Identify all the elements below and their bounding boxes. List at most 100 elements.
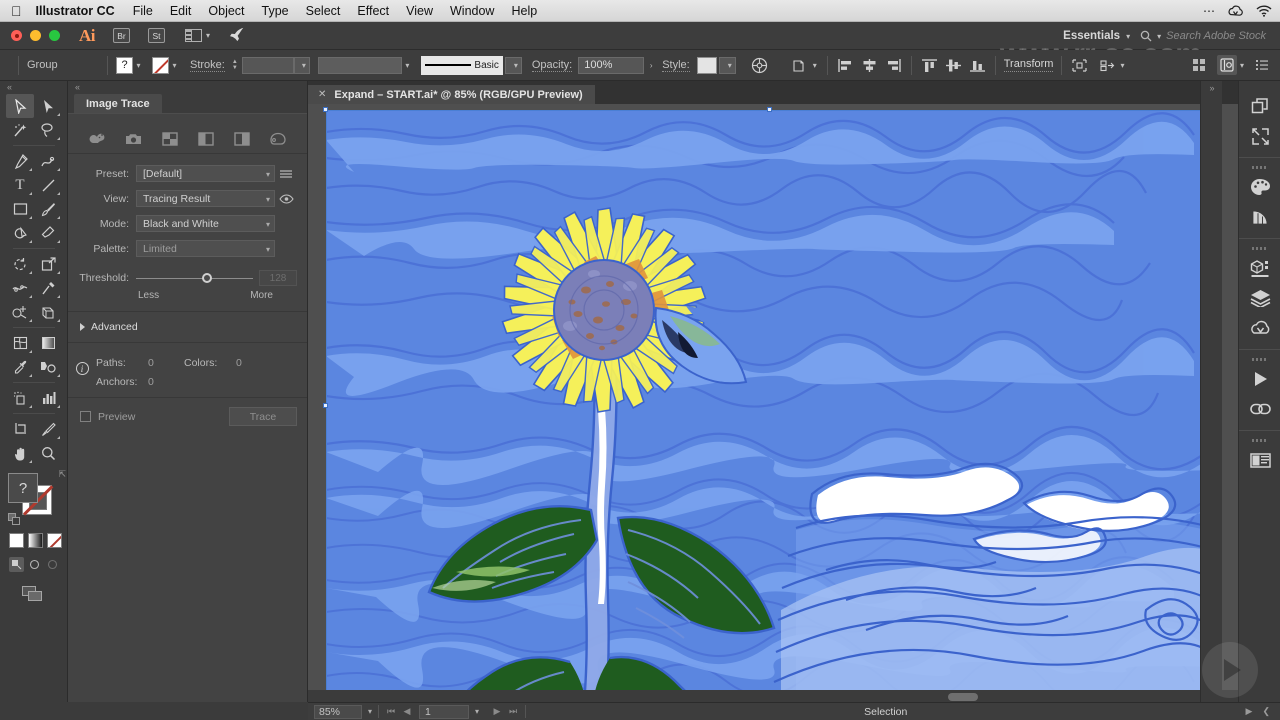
width-tool[interactable]: [6, 276, 34, 300]
zoom-tool[interactable]: [34, 441, 62, 465]
opacity-field[interactable]: 100%: [578, 56, 645, 74]
color-guide-icon[interactable]: [1239, 202, 1280, 232]
maximize-window-button[interactable]: [49, 30, 60, 41]
black-white-icon[interactable]: [233, 130, 251, 148]
selection-handle-tc[interactable]: [767, 107, 772, 112]
arrange-panels-icon[interactable]: [1189, 55, 1209, 75]
prev-page-icon[interactable]: ◀: [399, 706, 415, 717]
stroke-dropdown-icon[interactable]: ▾: [169, 57, 180, 74]
type-tool[interactable]: T: [6, 173, 34, 197]
menu-item-file[interactable]: File: [133, 4, 153, 18]
align-top-icon[interactable]: [920, 56, 939, 75]
selection-handle-ml[interactable]: [323, 403, 328, 408]
document-setup-chevron-icon[interactable]: ▾: [813, 61, 817, 70]
brush-definition-field[interactable]: Basic: [420, 55, 503, 75]
rectangle-tool[interactable]: [6, 197, 34, 221]
mode-dropdown[interactable]: Black and White ▾: [136, 215, 275, 232]
draw-behind-icon[interactable]: [27, 557, 42, 572]
distribute-icon[interactable]: [1098, 56, 1117, 75]
magic-wand-tool[interactable]: [6, 118, 34, 142]
menu-item-type[interactable]: Type: [262, 4, 289, 18]
apple-logo-icon[interactable]: : [11, 4, 22, 18]
align-middle-icon[interactable]: [944, 56, 963, 75]
fill-color-indicator[interactable]: ?: [8, 473, 38, 503]
menu-item-object[interactable]: Object: [208, 4, 244, 18]
stroke-weight-stepper[interactable]: ▲ ▼: [231, 57, 239, 74]
stroke-color-swatch[interactable]: [152, 56, 169, 74]
palette-dropdown[interactable]: Limited ▾: [136, 240, 275, 257]
stroke-weight-field[interactable]: [241, 56, 294, 74]
zoom-level-field[interactable]: 85%: [314, 704, 362, 719]
recolor-artwork-icon[interactable]: [750, 56, 769, 75]
play-video-icon[interactable]: [1202, 642, 1258, 698]
align-bottom-icon[interactable]: [968, 56, 987, 75]
distribute-chevron-icon[interactable]: ▾: [1120, 61, 1124, 70]
last-page-icon[interactable]: ⏭: [505, 706, 521, 717]
first-page-icon[interactable]: ⏮: [383, 706, 399, 717]
view-dropdown[interactable]: Tracing Result ▾: [136, 190, 275, 207]
stroke-weight-dropdown-icon[interactable]: ▾: [293, 56, 310, 74]
threshold-value[interactable]: 128: [259, 270, 297, 286]
minimize-window-button[interactable]: [30, 30, 41, 41]
bridge-button[interactable]: Br: [113, 28, 130, 43]
lasso-tool[interactable]: [34, 118, 62, 142]
shape-builder-tool[interactable]: [6, 300, 34, 324]
menu-item-select[interactable]: Select: [306, 4, 341, 18]
creative-cloud-icon[interactable]: [1228, 5, 1243, 18]
free-transform-tool[interactable]: [34, 276, 62, 300]
paintbrush-tool[interactable]: [34, 197, 62, 221]
artboard-tool[interactable]: [6, 417, 34, 441]
workspace-chevron-icon[interactable]: ▾: [1126, 32, 1130, 41]
fill-color-swatch[interactable]: ?: [116, 56, 133, 74]
document-tab[interactable]: ✕ Expand – START.ai* @ 85% (RGB/GPU Prev…: [308, 85, 595, 104]
symbol-sprayer-tool[interactable]: [6, 386, 34, 410]
mesh-tool[interactable]: [6, 331, 34, 355]
arrange-documents-icon[interactable]: ▾: [185, 29, 210, 42]
advanced-disclosure[interactable]: Advanced: [68, 311, 307, 343]
selection-tool[interactable]: [6, 94, 34, 118]
close-tab-icon[interactable]: ✕: [318, 89, 326, 100]
slice-tool[interactable]: [34, 417, 62, 441]
none-mode-icon[interactable]: [47, 533, 62, 548]
auto-color-icon[interactable]: [89, 130, 107, 148]
zoom-dropdown-icon[interactable]: ▾: [362, 707, 378, 716]
artboard[interactable]: [326, 110, 1214, 703]
ellipsis-icon[interactable]: ⋯: [1203, 4, 1215, 18]
perspective-grid-tool[interactable]: [34, 300, 62, 324]
outline-icon[interactable]: [269, 130, 287, 148]
workspace-switcher[interactable]: Essentials: [1063, 30, 1120, 42]
stroke-profile-field[interactable]: [317, 56, 402, 74]
adobe-stock-search[interactable]: ▾ Search Adobe Stock: [1140, 30, 1266, 42]
expand-panels-icon[interactable]: »: [1201, 81, 1222, 95]
draw-inside-icon[interactable]: [45, 557, 60, 572]
wifi-icon[interactable]: [1256, 5, 1272, 17]
collapse-panel-icon[interactable]: «: [0, 81, 67, 94]
menu-item-effect[interactable]: Effect: [357, 4, 389, 18]
list-icon[interactable]: [1252, 55, 1272, 75]
change-screen-mode-icon[interactable]: [22, 586, 44, 602]
default-fill-stroke-icon[interactable]: [8, 513, 20, 525]
libraries-icon[interactable]: [1239, 253, 1280, 283]
column-graph-tool[interactable]: [34, 386, 62, 410]
layers-icon[interactable]: [1239, 283, 1280, 313]
artboards-icon[interactable]: [1239, 445, 1280, 475]
gradient-tool[interactable]: [34, 331, 62, 355]
menu-item-window[interactable]: Window: [450, 4, 494, 18]
align-right-icon[interactable]: [884, 56, 903, 75]
status-menu-icon[interactable]: ▶: [1246, 706, 1253, 717]
color-palette-icon[interactable]: [1239, 172, 1280, 202]
blend-tool[interactable]: [34, 355, 62, 379]
isolate-icon[interactable]: [1070, 56, 1089, 75]
close-window-button[interactable]: [11, 30, 22, 41]
creative-cloud-icon[interactable]: [1239, 313, 1280, 343]
next-page-icon[interactable]: ▶: [489, 706, 505, 717]
document-setup-icon[interactable]: [791, 56, 810, 75]
panel-menu-icon[interactable]: [275, 169, 297, 179]
export-icon[interactable]: [1239, 121, 1280, 151]
menu-item-help[interactable]: Help: [511, 4, 537, 18]
collapse-panel-icon[interactable]: «: [68, 82, 80, 92]
threshold-slider[interactable]: [136, 271, 253, 285]
selection-handle-tl[interactable]: [323, 107, 328, 112]
transform-button[interactable]: Transform: [1003, 58, 1054, 72]
pen-tool[interactable]: [6, 149, 34, 173]
